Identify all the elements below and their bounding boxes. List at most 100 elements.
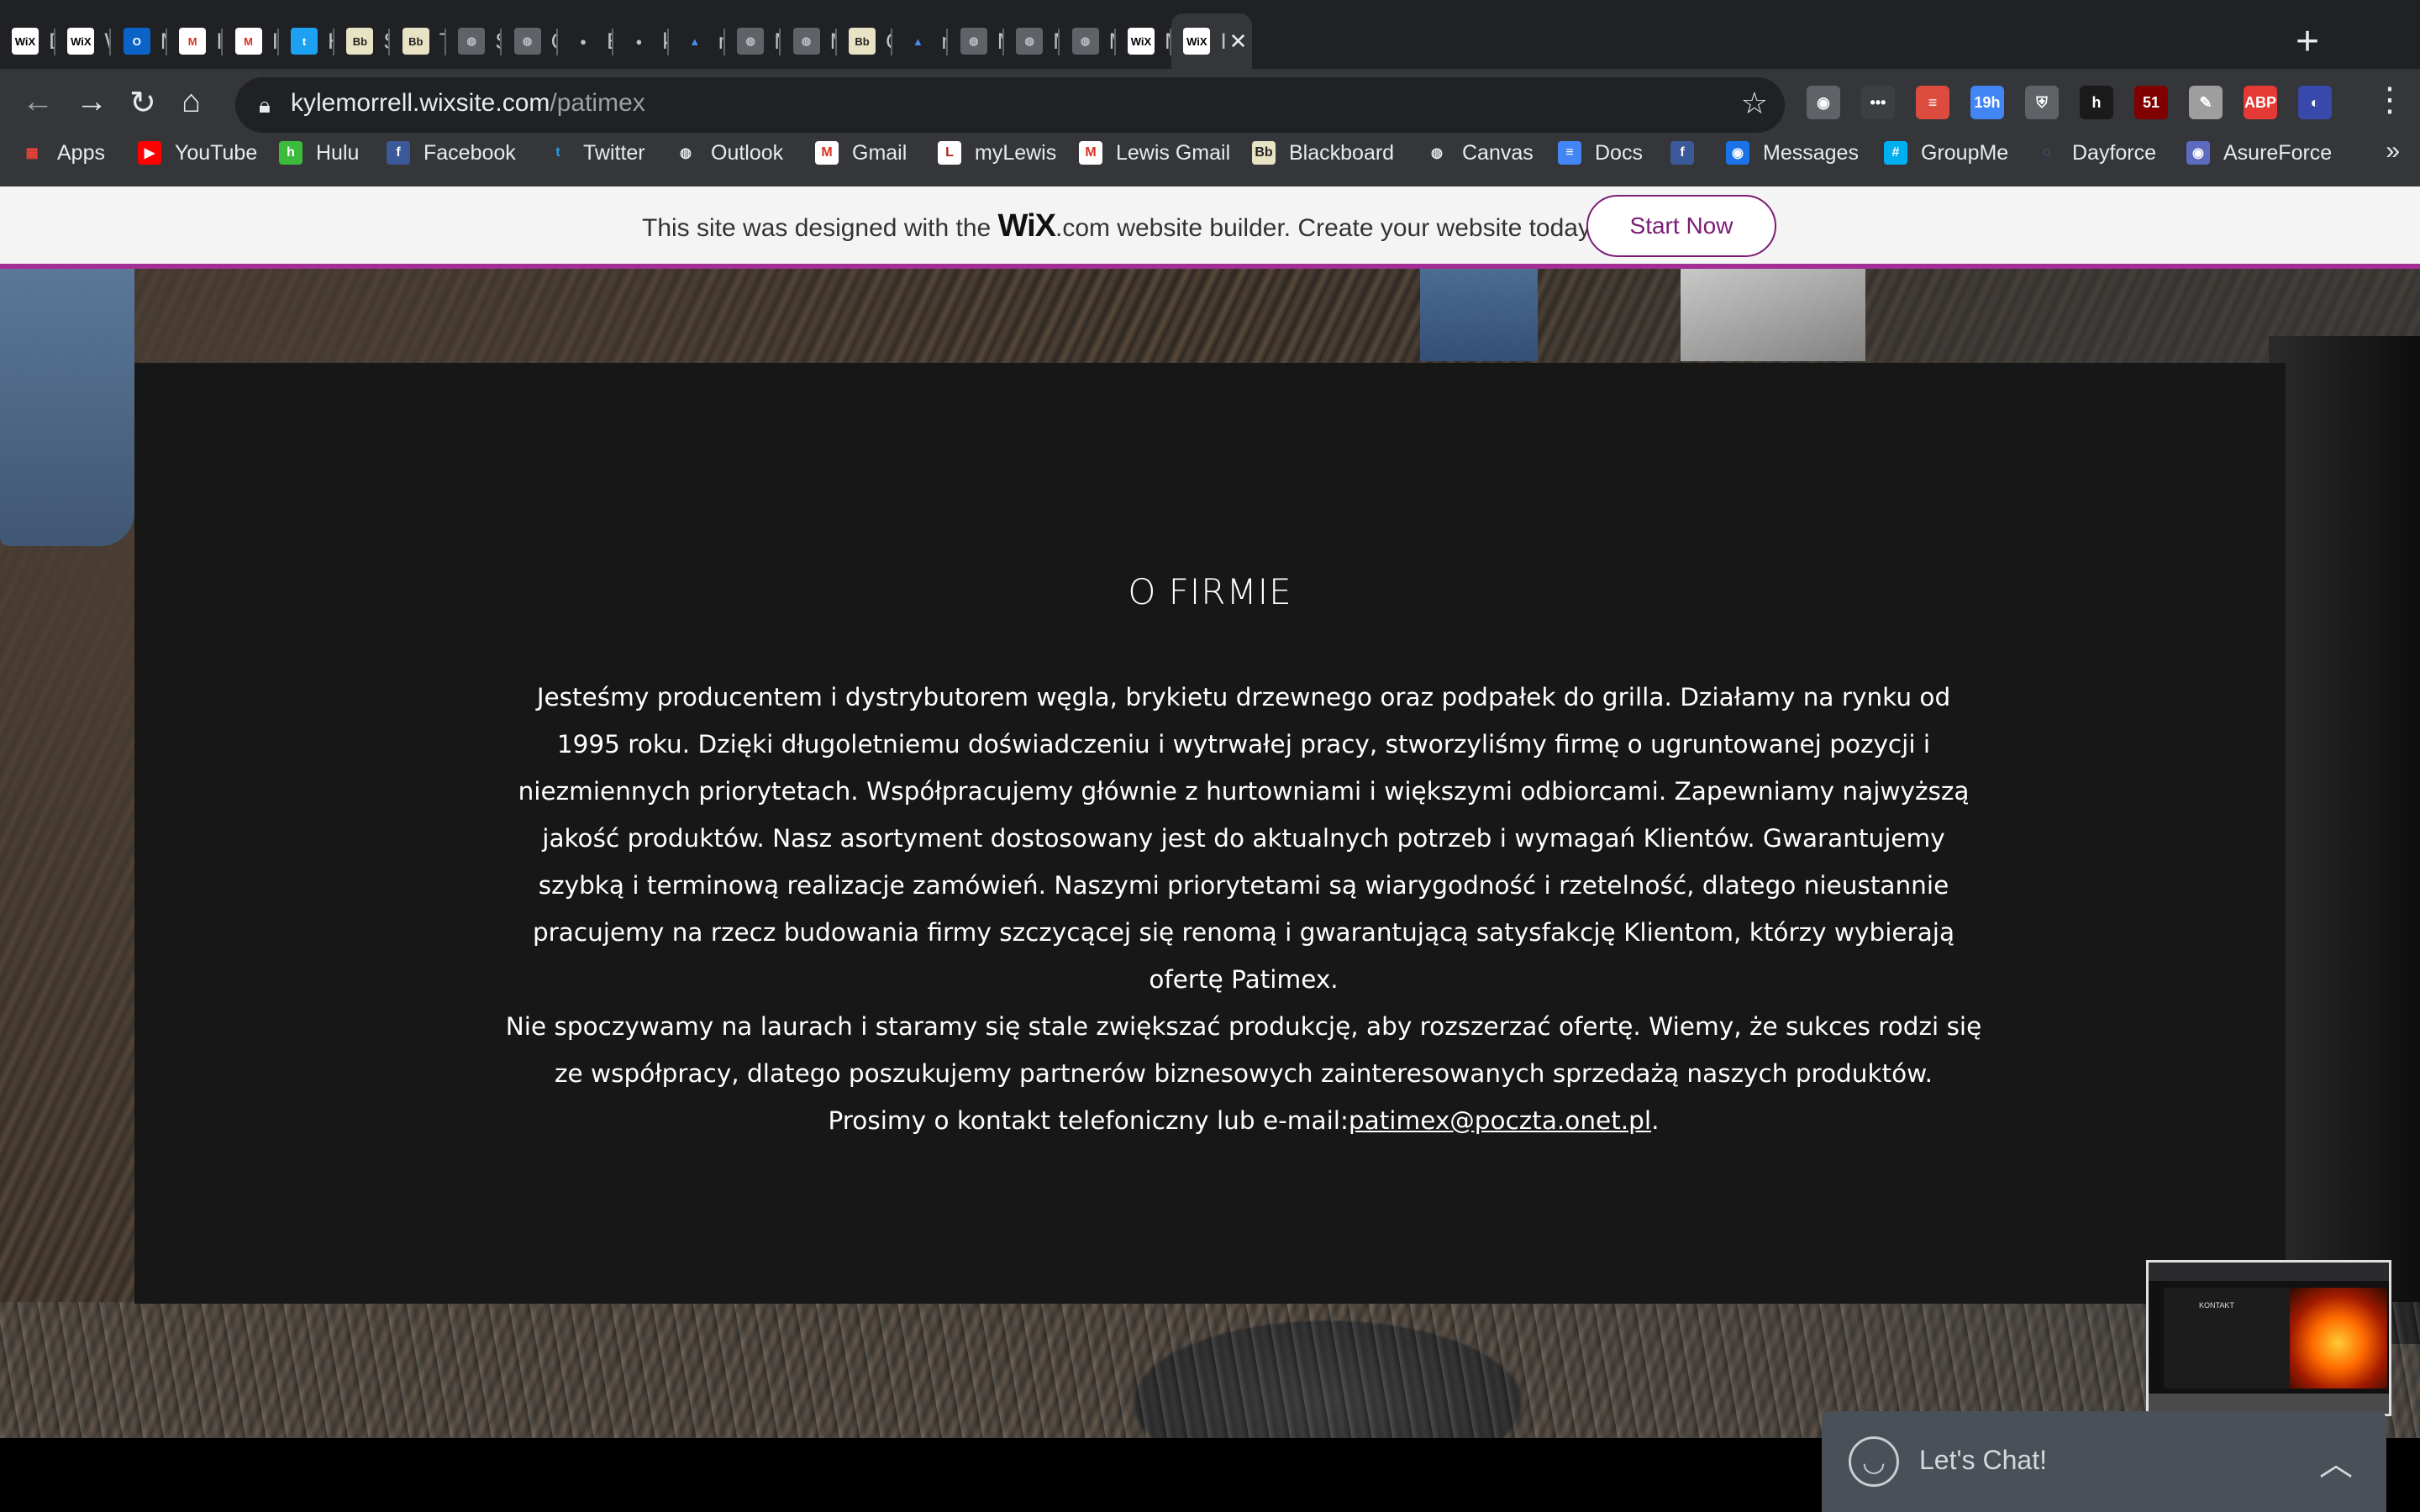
bookmark-item[interactable]: ◍ Canvas: [1425, 134, 1534, 172]
bookmark-item[interactable]: h Hulu: [279, 134, 359, 172]
address-bar[interactable]: 🔒︎ kylemorrell.wixsite.com/patimex ☆: [235, 77, 1785, 133]
wix-banner: This site was designed with the WiX.com …: [0, 186, 2420, 269]
about-section: O FIRMIE Jesteśmy producentem i dystrybu…: [134, 363, 2286, 1304]
browser-tab[interactable]: ◍Mus: [1060, 13, 1116, 69]
tab-favicon-icon: ◍: [1016, 28, 1044, 55]
bookmark-label: Facebook: [424, 140, 516, 165]
url-text: kylemorrell.wixsite.com/patimex: [291, 89, 645, 118]
bookmark-label: Canvas: [1462, 140, 1534, 165]
bookmark-icon: ◍: [680, 146, 692, 160]
browser-tab[interactable]: OMail: [112, 13, 167, 69]
bookmark-item[interactable]: ◉ Messages: [1726, 134, 1859, 172]
browser-tab[interactable]: ◍Spri: [446, 13, 502, 69]
email-link[interactable]: patimex@poczta.onet.pl: [1349, 1106, 1651, 1135]
bookmark-icon: f: [1670, 141, 1694, 165]
browser-tab[interactable]: ◍Mus: [1004, 13, 1060, 69]
tab-favicon-icon: Bb: [402, 28, 429, 55]
tab-favicon-icon: WiX: [67, 28, 95, 55]
bookmark-item[interactable]: Bb Blackboard: [1252, 134, 1394, 172]
bookmark-item[interactable]: ≡ Docs: [1558, 134, 1643, 172]
browser-tab[interactable]: BbSpri: [334, 13, 391, 69]
tab-favicon-icon: ◍: [960, 28, 987, 55]
tab-favicon-icon: ●: [625, 28, 653, 55]
bookmark-item[interactable]: # GroupMe: [1884, 134, 2008, 172]
browser-tab[interactable]: ●kyle: [613, 13, 670, 69]
bookmark-label: GroupMe: [1921, 140, 2009, 165]
browser-tab[interactable]: tHon: [279, 13, 334, 69]
bookmark-item[interactable]: M Gmail: [815, 134, 907, 172]
back-arrow-icon[interactable]: ←: [22, 84, 54, 120]
new-tab-button[interactable]: +: [2296, 18, 2319, 65]
browser-tab[interactable]: ●Eric: [558, 13, 613, 69]
dots-extension-icon[interactable]: •••: [1861, 86, 1895, 119]
bookmark-icon: t: [555, 145, 560, 160]
url-path: /patimex: [550, 89, 645, 117]
bookmark-label: Docs: [1595, 140, 1643, 165]
tab-favicon-icon: M: [179, 28, 207, 55]
evernote-extension-icon[interactable]: ✎: [2189, 86, 2223, 119]
bookmarks-overflow-button[interactable]: »: [2386, 137, 2400, 165]
bookmark-item[interactable]: t Twitter: [546, 134, 644, 172]
tab-close-icon[interactable]: ✕: [1229, 29, 1248, 55]
bookmark-item[interactable]: f Facebook: [387, 134, 516, 172]
home-icon[interactable]: ⌂: [182, 84, 201, 120]
contact-suffix: .: [1651, 1106, 1660, 1135]
browser-menu-icon[interactable]: ⋮: [2373, 81, 2407, 119]
bookmark-item[interactable]: ▦ Apps: [20, 134, 105, 172]
bookmark-icon: ◌: [2043, 145, 2051, 160]
tab-favicon-icon: ▲: [904, 28, 932, 55]
bookmark-label: Dayforce: [2072, 140, 2157, 165]
bookmark-icon: ◍: [1431, 146, 1443, 160]
calendar-extension-icon[interactable]: 19h: [1970, 86, 2004, 119]
bookmark-item[interactable]: M Lewis Gmail: [1079, 134, 1230, 172]
lightbulb-extension-icon[interactable]: ◉: [1807, 86, 1840, 119]
bookmark-label: Gmail: [852, 140, 908, 165]
browser-tab[interactable]: BbTake: [391, 13, 446, 69]
chevron-up-icon[interactable]: ︿: [2319, 1436, 2353, 1485]
browser-tab[interactable]: ◍Mus: [781, 13, 837, 69]
bookmark-item[interactable]: ◌ Dayforce: [2035, 134, 2156, 172]
tab-favicon-icon: WiX: [12, 28, 39, 55]
todoist-extension-icon[interactable]: ≡: [1916, 86, 1949, 119]
chat-label: Let's Chat!: [1919, 1445, 2047, 1475]
browser-tab[interactable]: MInbo: [224, 13, 279, 69]
forward-arrow-icon[interactable]: →: [76, 84, 108, 120]
adblock-extension-icon[interactable]: ABP: [2244, 86, 2277, 119]
tab-favicon-icon: t: [291, 28, 318, 55]
browser-toolbar: ← → ↻ ⌂ 🔒︎ kylemorrell.wixsite.com/patim…: [0, 69, 2420, 202]
bookmark-icon: #: [1884, 141, 1907, 165]
shield-extension-icon[interactable]: ⛨: [2025, 86, 2059, 119]
start-now-button[interactable]: Start Now: [1586, 195, 1776, 257]
honey-extension-icon[interactable]: h: [2080, 86, 2113, 119]
bookmark-icon: h: [279, 141, 302, 165]
bookmark-item[interactable]: ◍ Outlook: [674, 134, 783, 172]
bookmark-item[interactable]: f: [1670, 134, 1707, 172]
ublock-extension-icon[interactable]: 51: [2134, 86, 2168, 119]
browser-tab[interactable]: MInbo: [167, 13, 224, 69]
reload-icon[interactable]: ↻: [129, 84, 156, 122]
tab-favicon-icon: WiX: [1183, 28, 1211, 55]
browser-tab[interactable]: ◍Mus: [725, 13, 781, 69]
browser-tab[interactable]: WiXWix: [55, 13, 112, 69]
bookmark-icon: M: [1079, 141, 1102, 165]
screenshot-thumbnail[interactable]: KONTAKT: [2146, 1260, 2391, 1416]
bookmark-icon: ▦: [25, 146, 39, 160]
bookmark-star-icon[interactable]: ☆: [1741, 86, 1768, 121]
bookmark-item[interactable]: ◉ AsureForce: [2186, 134, 2332, 172]
browser-tab[interactable]: WiX I ✕: [1171, 13, 1253, 69]
browser-tab[interactable]: ◍GitC: [502, 13, 558, 69]
tab-separator: [779, 29, 781, 55]
browser-tab[interactable]: ▲mus: [892, 13, 949, 69]
browser-tab[interactable]: ◍Mus: [949, 13, 1004, 69]
profile-avatar-icon[interactable]: ◐: [2298, 86, 2332, 119]
browser-tab[interactable]: BbCon: [837, 13, 892, 69]
browser-tab[interactable]: WiXDas: [0, 13, 55, 69]
browser-tab[interactable]: ▲mus: [670, 13, 725, 69]
background-photo-detail: [0, 269, 134, 546]
bookmark-item[interactable]: ▶ YouTube: [138, 134, 257, 172]
chat-widget[interactable]: ◡ Let's Chat! ︿: [1822, 1411, 2386, 1512]
browser-tab[interactable]: WiXMy: [1116, 13, 1171, 69]
tab-separator: [500, 29, 502, 55]
bookmark-item[interactable]: LmyLewis: [938, 134, 1056, 172]
tab-favicon-icon: ◍: [458, 28, 486, 55]
